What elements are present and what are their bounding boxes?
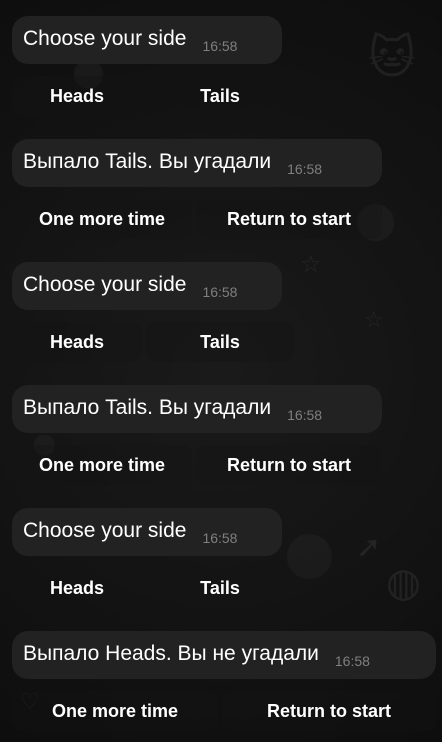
message-bubble: Выпало Tails. Вы угадали 16:58 <box>12 139 382 187</box>
message-text: Choose your side <box>23 272 187 296</box>
inline-keyboard: Heads Tails <box>12 322 294 362</box>
message-timestamp: 16:58 <box>202 530 238 546</box>
heads-button[interactable]: Heads <box>12 568 142 608</box>
heads-button[interactable]: Heads <box>12 76 142 116</box>
inline-keyboard: One more time Return to start <box>12 445 382 485</box>
message-timestamp: 16:58 <box>202 284 238 300</box>
message-bubble: Choose your side 16:58 <box>12 16 282 64</box>
inline-keyboard: Heads Tails <box>12 76 294 116</box>
heads-button[interactable]: Heads <box>12 322 142 362</box>
chat-history[interactable]: Choose your side 16:58 Heads Tails Выпал… <box>0 0 442 742</box>
inline-keyboard: Heads Tails <box>12 568 294 608</box>
return-to-start-button[interactable]: Return to start <box>222 691 436 731</box>
one-more-time-button[interactable]: One more time <box>12 445 192 485</box>
message-timestamp: 16:58 <box>287 407 323 423</box>
message-bubble: Choose your side 16:58 <box>12 508 282 556</box>
message-bubble: Выпало Tails. Вы угадали 16:58 <box>12 385 382 433</box>
message-text: Выпало Tails. Вы угадали <box>23 395 272 419</box>
tails-button[interactable]: Tails <box>146 322 294 362</box>
message-bubble: Choose your side 16:58 <box>12 262 282 310</box>
message-text: Choose your side <box>23 26 187 50</box>
one-more-time-button[interactable]: One more time <box>12 199 192 239</box>
message-timestamp: 16:58 <box>202 38 238 54</box>
return-to-start-button[interactable]: Return to start <box>196 445 382 485</box>
one-more-time-button[interactable]: One more time <box>12 691 218 731</box>
message-timestamp: 16:58 <box>287 161 323 177</box>
message-timestamp: 16:58 <box>334 653 370 669</box>
message-text: Выпало Tails. Вы угадали <box>23 149 272 173</box>
return-to-start-button[interactable]: Return to start <box>196 199 382 239</box>
inline-keyboard: One more time Return to start <box>12 691 436 731</box>
inline-keyboard: One more time Return to start <box>12 199 382 239</box>
tails-button[interactable]: Tails <box>146 568 294 608</box>
message-text: Choose your side <box>23 518 187 542</box>
message-text: Выпало Heads. Вы не угадали <box>23 641 319 665</box>
message-bubble: Выпало Heads. Вы не угадали 16:58 <box>12 631 436 679</box>
tails-button[interactable]: Tails <box>146 76 294 116</box>
